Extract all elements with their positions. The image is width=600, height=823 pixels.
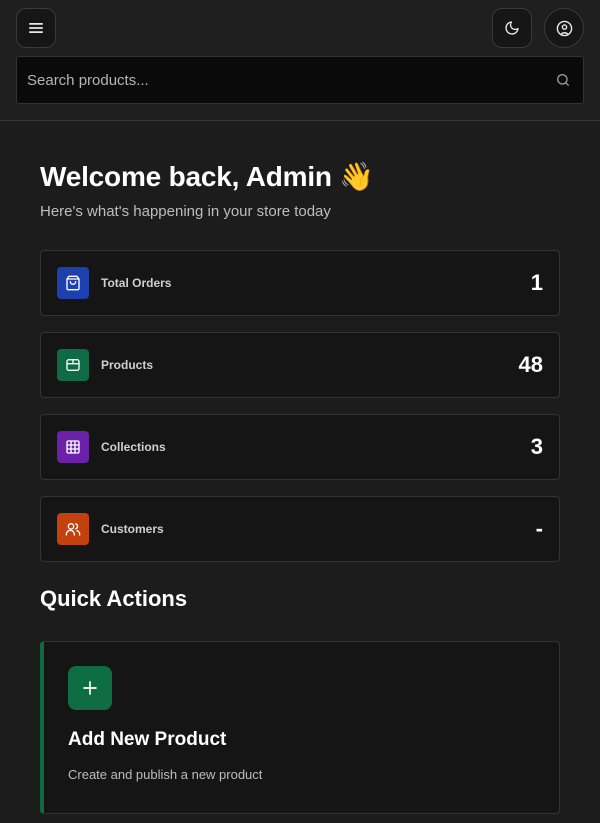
action-description: Create and publish a new product	[68, 767, 263, 782]
action-title: Add New Product	[68, 729, 227, 750]
quick-actions-heading: Quick Actions	[40, 586, 188, 611]
package-icon	[57, 349, 89, 381]
plus-icon	[68, 666, 112, 710]
grid-icon	[57, 431, 89, 463]
hamburger-menu-icon	[29, 23, 43, 33]
search-input[interactable]	[17, 57, 543, 103]
stat-label: Total Orders	[101, 276, 172, 290]
user-circle-icon	[556, 20, 572, 36]
top-bar	[0, 0, 600, 121]
shopping-bag-icon	[57, 267, 89, 299]
moon-icon	[505, 21, 519, 35]
stat-value: 1	[530, 270, 543, 295]
stat-card-customers: Customers -	[40, 496, 560, 562]
stat-card-total-orders: Total Orders 1	[40, 250, 560, 316]
stat-card-collections: Collections 3	[40, 414, 560, 480]
add-new-product-card[interactable]: Add New Product Create and publish a new…	[40, 641, 560, 814]
page-subtitle: Here's what's happening in your store to…	[40, 203, 331, 220]
stat-label: Collections	[101, 440, 166, 454]
stat-card-products: Products 48	[40, 332, 560, 398]
stat-label: Customers	[101, 522, 164, 536]
menu-button[interactable]	[16, 8, 56, 48]
stat-value: 48	[518, 352, 543, 377]
search-bar	[16, 56, 584, 104]
stat-label: Products	[101, 358, 154, 372]
users-icon	[57, 513, 89, 545]
page-title: Welcome back, Admin 👋	[40, 161, 375, 192]
theme-toggle-button[interactable]	[492, 8, 532, 48]
stat-value: -	[535, 516, 543, 541]
search-icon[interactable]	[543, 72, 583, 88]
user-account-button[interactable]	[544, 8, 584, 48]
stat-value: 3	[530, 434, 543, 459]
